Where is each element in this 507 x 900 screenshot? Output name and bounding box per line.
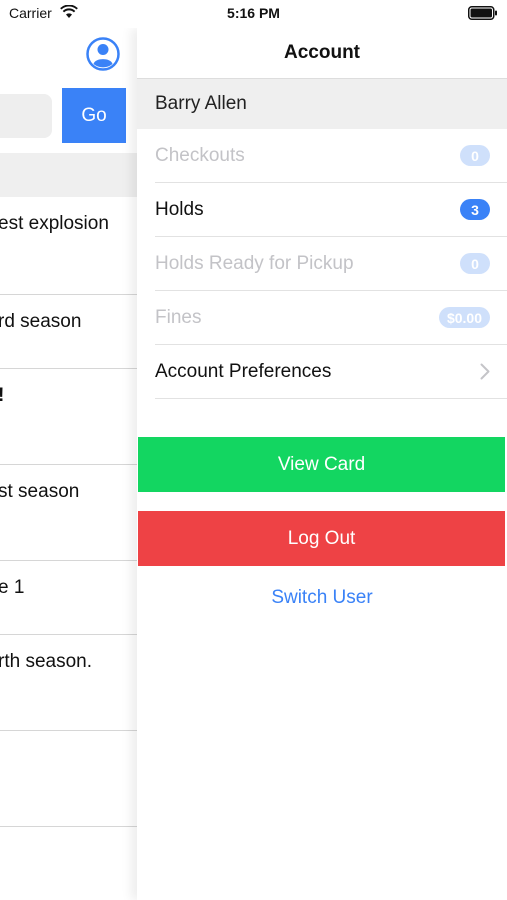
status-time: 5:16 PM [227,5,280,21]
chevron-right-icon [480,363,490,380]
fines-badge: $0.00 [438,307,490,328]
count-badge: 3 [460,199,490,220]
list-item-text: ! [0,385,4,407]
log-out-button[interactable]: Log Out [138,511,505,566]
go-button[interactable]: Go [62,88,126,143]
list-item[interactable]: e 1 [0,561,137,635]
menu-item-holds[interactable]: Holds 3 [155,183,507,237]
view-card-button[interactable]: View Card [138,437,505,492]
page-title: Account [284,42,360,63]
user-name: Barry Allen [155,93,247,114]
menu-item-label: Fines [155,306,202,328]
menu-item-label: Holds Ready for Pickup [155,252,354,274]
user-name-row: Barry Allen [137,79,507,129]
list-item[interactable]: rth season. [0,635,137,731]
count-badge: 0 [460,253,490,274]
section-header [0,153,137,197]
menu-item-account-preferences[interactable]: Account Preferences [155,345,507,399]
list-item[interactable]: est explosion [0,197,137,295]
list-item-text: rth season. [0,651,92,672]
menu-item-holds-ready[interactable]: Holds Ready for Pickup 0 [155,237,507,291]
account-menu: Checkouts 0 Holds 3 Holds Ready for Pick… [137,129,507,399]
background-nav-bar [0,28,137,79]
account-nav-bar: Account [137,28,507,79]
switch-user-link[interactable]: Switch User [137,587,507,609]
list-item-text: rd season [0,311,82,332]
status-bar: Carrier 5:16 PM [0,0,507,28]
menu-item-label: Holds [155,198,204,220]
account-panel: Account Barry Allen Checkouts 0 Holds 3 … [137,28,507,900]
battery-icon [468,6,497,20]
background-search-screen: Go est explosion rd season ! st season e… [0,28,137,900]
menu-item-label: Account Preferences [155,360,332,382]
list-item[interactable] [0,731,137,827]
menu-item-label: Checkouts [155,144,245,166]
list-item[interactable]: rd season [0,295,137,369]
menu-item-fines[interactable]: Fines $0.00 [155,291,507,345]
profile-icon[interactable] [86,37,120,71]
list-item-text: e 1 [0,577,25,598]
list-item-text: est explosion [0,213,109,234]
list-item[interactable]: ! [0,369,137,465]
list-item-text: st season [0,481,80,502]
menu-item-checkouts[interactable]: Checkouts 0 [155,129,507,183]
list-item[interactable]: st season [0,465,137,561]
search-input[interactable] [0,94,52,138]
count-badge: 0 [460,145,490,166]
